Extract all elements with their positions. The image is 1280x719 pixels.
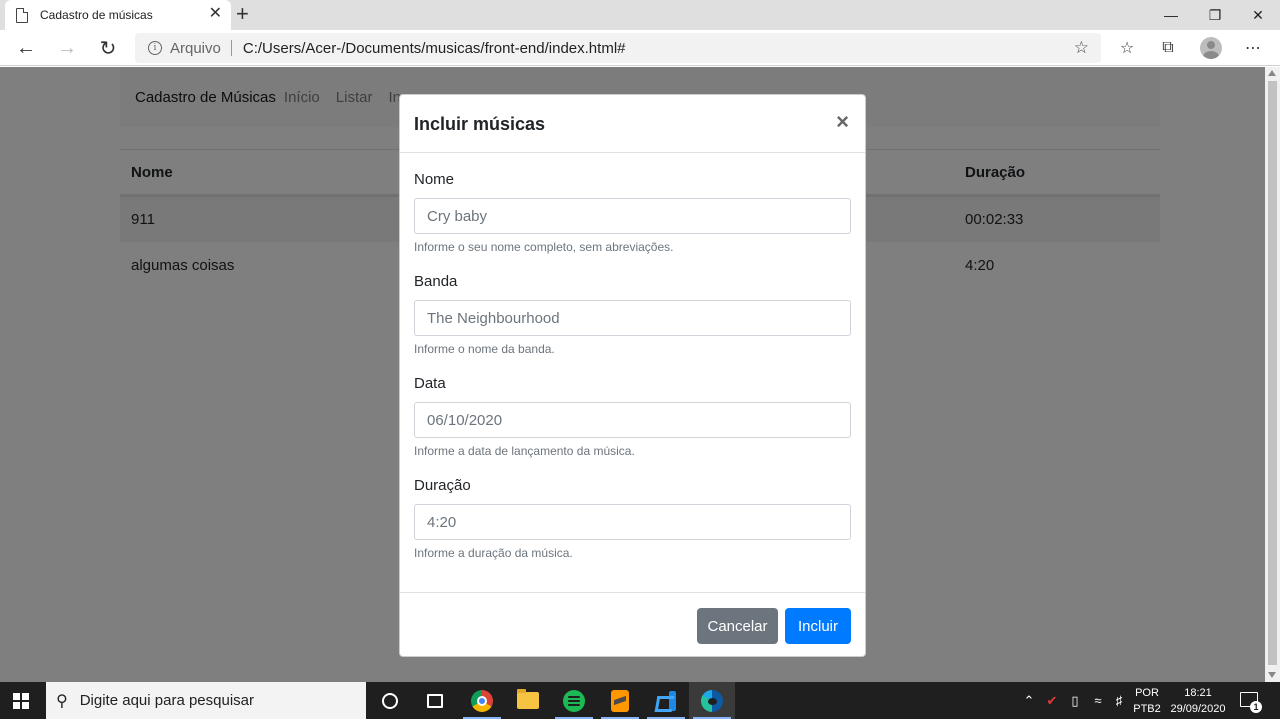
restore-button[interactable]: ❐ xyxy=(1193,0,1237,30)
notification-count-badge: 1 xyxy=(1250,701,1262,713)
close-window-button[interactable]: ✕ xyxy=(1236,0,1280,30)
help-duracao: Informe a duração da música. xyxy=(414,546,573,560)
show-hidden-icons-chevron-icon[interactable]: ⌃ xyxy=(1020,682,1038,719)
help-nome: Informe o seu nome completo, sem abrevia… xyxy=(414,240,674,254)
wifi-icon[interactable]: ≈ xyxy=(1089,682,1107,719)
edge-icon xyxy=(701,689,723,712)
minimize-button[interactable]: — xyxy=(1149,0,1193,30)
task-view-button[interactable] xyxy=(412,682,458,719)
scrollbar-thumb[interactable] xyxy=(1268,81,1277,665)
browser-tab[interactable]: Cadastro de músicas ✕ xyxy=(5,0,231,30)
cortana-button[interactable] xyxy=(367,682,413,719)
collections-icon[interactable]: ⧉ xyxy=(1158,38,1178,58)
document-icon xyxy=(16,7,28,23)
include-song-modal: Incluir músicas × Nome Cry baby Informe … xyxy=(399,94,866,657)
info-icon[interactable]: i xyxy=(148,41,162,55)
taskbar-app-sublime[interactable] xyxy=(597,682,643,719)
input-nome[interactable]: Cry baby xyxy=(414,198,851,234)
taskbar-search[interactable]: ⚲ Digite aqui para pesquisar xyxy=(46,682,366,719)
help-data: Informe a data de lançamento da música. xyxy=(414,444,635,458)
address-separator xyxy=(230,40,232,56)
vertical-scrollbar[interactable] xyxy=(1265,67,1280,682)
volume-muted-icon[interactable]: ♯ xyxy=(1110,682,1128,719)
search-icon: ⚲ xyxy=(56,692,68,710)
task-view-icon xyxy=(427,693,443,708)
vscode-icon xyxy=(656,690,676,711)
scroll-up-arrow-icon[interactable] xyxy=(1268,70,1276,76)
label-duracao: Duração xyxy=(414,477,471,494)
profile-avatar[interactable] xyxy=(1200,37,1222,59)
folder-icon xyxy=(517,689,539,709)
input-duracao[interactable]: 4:20 xyxy=(414,504,851,540)
modal-footer: Cancelar Incluir xyxy=(400,592,865,656)
help-banda: Informe o nome da banda. xyxy=(414,342,555,356)
language-indicator-bottom[interactable]: PTB2 xyxy=(1132,701,1162,717)
language-indicator-top[interactable]: POR xyxy=(1132,685,1162,701)
web-page: Cadastro de Músicas Início Listar Inc No… xyxy=(0,67,1265,682)
favorites-list-icon[interactable]: ☆ xyxy=(1117,38,1137,58)
modal-close-icon[interactable]: × xyxy=(836,111,849,133)
taskbar-app-spotify[interactable] xyxy=(551,682,597,719)
address-scheme-label: Arquivo xyxy=(170,39,221,57)
label-data: Data xyxy=(414,375,446,392)
modal-header: Incluir músicas × xyxy=(400,95,865,153)
battery-icon[interactable]: ▯ xyxy=(1065,682,1085,719)
input-data[interactable]: 06/10/2020 xyxy=(414,402,851,438)
sublime-text-icon xyxy=(611,689,629,712)
taskbar-app-edge[interactable] xyxy=(689,682,735,719)
back-arrow-icon[interactable]: ← xyxy=(14,36,38,60)
antivirus-icon[interactable]: ✔ xyxy=(1043,682,1061,719)
more-options-icon[interactable]: ⋯ xyxy=(1243,38,1263,58)
refresh-icon[interactable]: ↻ xyxy=(96,36,120,60)
taskbar-app-explorer[interactable] xyxy=(505,682,551,719)
forward-arrow-icon[interactable]: → xyxy=(55,36,79,60)
cancel-button[interactable]: Cancelar xyxy=(697,608,778,644)
taskbar-app-chrome[interactable] xyxy=(459,682,505,719)
address-bar[interactable]: i Arquivo C:/Users/Acer-/Documents/music… xyxy=(135,33,1101,63)
spotify-icon xyxy=(563,689,585,712)
clock-time[interactable]: 18:21 xyxy=(1168,685,1228,701)
modal-title: Incluir músicas xyxy=(414,114,546,134)
input-banda[interactable]: The Neighbourhood xyxy=(414,300,851,336)
form-group-duracao: Duração 4:20 Informe a duração da música… xyxy=(414,477,851,560)
tab-close-icon[interactable]: ✕ xyxy=(209,6,222,22)
clock-date[interactable]: 29/09/2020 xyxy=(1166,701,1230,717)
chrome-icon xyxy=(471,689,493,712)
form-group-nome: Nome Cry baby Informe o seu nome complet… xyxy=(414,171,851,254)
tab-title: Cadastro de músicas xyxy=(40,8,153,22)
url-text[interactable]: C:/Users/Acer-/Documents/musicas/front-e… xyxy=(243,40,626,57)
label-banda: Banda xyxy=(414,273,458,290)
cortana-icon xyxy=(382,692,398,709)
label-nome: Nome xyxy=(414,171,455,188)
new-tab-button[interactable]: + xyxy=(236,3,249,25)
submit-button[interactable]: Incluir xyxy=(785,608,851,644)
taskbar-app-vscode[interactable] xyxy=(643,682,689,719)
windows-start-icon[interactable] xyxy=(13,693,29,709)
favorite-star-icon[interactable]: ☆ xyxy=(1074,38,1089,58)
form-group-banda: Banda The Neighbourhood Informe o nome d… xyxy=(414,273,851,356)
browser-toolbar: ← → ↻ i Arquivo C:/Users/Acer-/Documents… xyxy=(0,30,1280,66)
scroll-down-arrow-icon[interactable] xyxy=(1268,672,1276,678)
form-group-data: Data 06/10/2020 Informe a data de lançam… xyxy=(414,375,851,458)
taskbar-search-placeholder: Digite aqui para pesquisar xyxy=(79,692,254,709)
windows-taskbar: ⚲ Digite aqui para pesquisar ⌃ ✔ ▯ ≈ ♯ P… xyxy=(0,682,1280,719)
browser-tab-bar: Cadastro de músicas ✕ + — ❐ ✕ xyxy=(0,0,1280,30)
